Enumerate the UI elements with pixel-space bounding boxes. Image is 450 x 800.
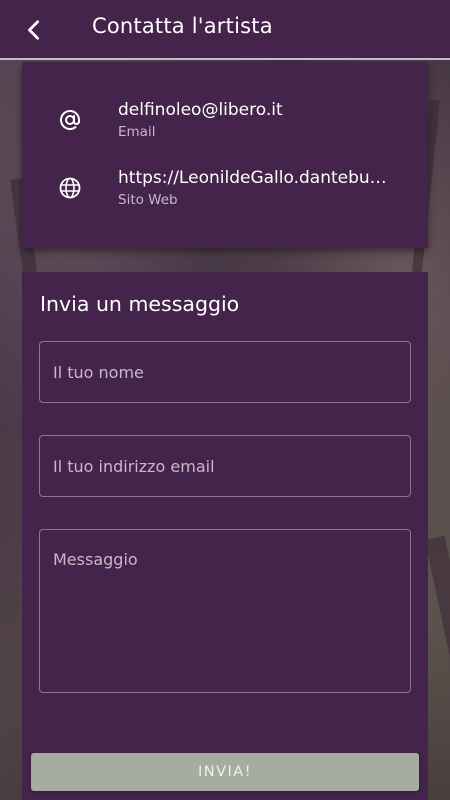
contact-email-label: Email	[118, 124, 156, 140]
app-bar: Contatta l'artista	[0, 0, 450, 60]
email-input[interactable]	[39, 435, 411, 497]
contact-website-value: https://LeonildeGallo.dantebu…	[118, 168, 387, 188]
contact-website-row[interactable]: https://LeonildeGallo.dantebu… Sito Web	[22, 168, 428, 224]
send-button[interactable]: INVIA!	[31, 753, 419, 791]
message-textarea[interactable]	[39, 529, 411, 693]
at-sign-icon	[56, 106, 84, 134]
name-input[interactable]	[39, 341, 411, 403]
chevron-left-icon	[28, 20, 40, 40]
form-heading: Invia un messaggio	[40, 292, 240, 316]
contact-info-card: delfinoleo@libero.it Email https://Leoni…	[22, 62, 428, 248]
globe-icon	[56, 174, 84, 202]
back-button[interactable]	[14, 10, 54, 50]
page-title: Contatta l'artista	[92, 14, 273, 38]
contact-email-row[interactable]: delfinoleo@libero.it Email	[22, 100, 428, 156]
message-form-card: Invia un messaggio	[22, 272, 428, 800]
contact-website-label: Sito Web	[118, 192, 178, 208]
contact-email-value: delfinoleo@libero.it	[118, 100, 283, 120]
